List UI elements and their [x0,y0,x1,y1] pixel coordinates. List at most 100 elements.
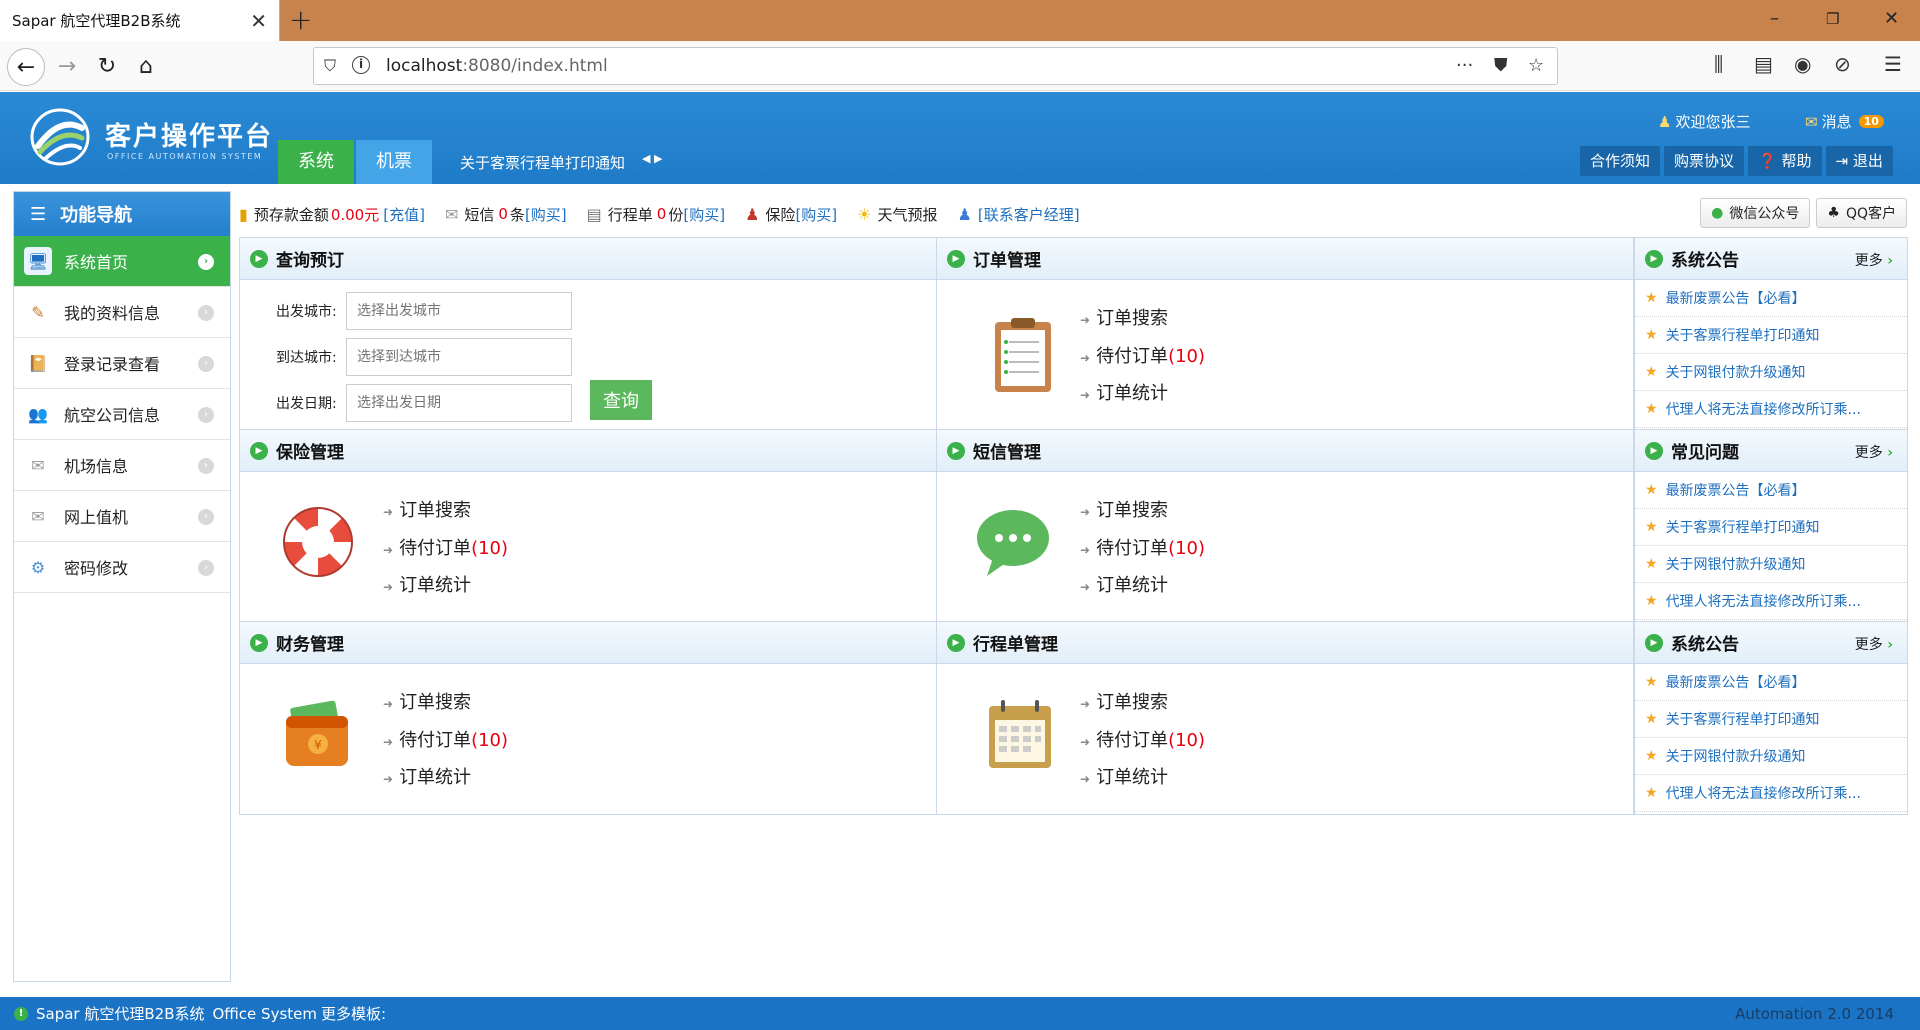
order-stats-link[interactable]: ➜ 订单统计 [1080,375,1205,413]
recharge-link[interactable]: [充值] [383,204,425,225]
itinerary-stats-link[interactable]: ➜ 订单统计 [1080,759,1205,797]
sidebar-item-airline[interactable]: 👥 航空公司信息 › [14,389,230,440]
news-item[interactable]: ★ 代理人将无法直接修改所订乘... [1635,775,1907,812]
tracking-shield-icon[interactable]: ⛉ [324,56,336,76]
nav-tab-system[interactable]: 系统 [278,140,354,184]
news-item[interactable]: ★ 代理人将无法直接修改所订乘... [1635,391,1907,428]
header-marquee[interactable]: 关于客票行程单打印通知 [460,152,625,173]
back-icon[interactable]: ← [7,48,45,86]
svg-text:¥: ¥ [314,738,322,752]
itinerary-pending-link[interactable]: ➜ 待付订单(10) [1080,722,1205,760]
itinerary-search-link[interactable]: ➜ 订单搜索 [1080,684,1205,722]
sidebar-toggle-icon[interactable]: ▤ [1754,52,1773,76]
more-link[interactable]: 更多 › [1855,634,1893,654]
wechat-icon: ● [1711,205,1724,221]
chevron-right-icon: › [198,509,214,525]
news-item[interactable]: ★ 关于客票行程单打印通知 [1635,701,1907,738]
person-icon: ♟ [745,204,760,224]
help-button[interactable]: ❓ 帮助 [1748,146,1822,176]
sidebar-item-airport[interactable]: ✉ 机场信息 › [14,440,230,491]
news-item[interactable]: ★ 关于客票行程单打印通知 [1635,317,1907,354]
news-item[interactable]: ★ 最新废票公告【必看】 [1635,472,1907,509]
order-pending-link[interactable]: ➜ 待付订单(10) [1080,338,1205,376]
insurance-stats-link[interactable]: ➜ 订单统计 [383,567,508,605]
finance-search-link[interactable]: ➜ 订单搜索 [383,684,508,722]
site-info-icon[interactable]: i [352,56,370,74]
sms-buy-link[interactable]: [购买] [525,204,567,225]
bookmark-star-icon[interactable]: ☆ [1528,55,1544,76]
more-link[interactable]: 更多 › [1855,250,1893,270]
cooperation-button[interactable]: 合作须知 [1580,146,1661,176]
insurance-buy-link[interactable]: [购买] [795,204,837,225]
library-icon[interactable]: ⫼ [1714,52,1723,76]
minimize-icon[interactable]: – [1770,8,1779,29]
pocket-icon[interactable]: ⛊ [1494,55,1508,76]
menu-icon[interactable]: ☰ [1884,52,1902,76]
sms-panel-header: ▶ 短信管理 [937,430,1633,472]
query-button[interactable]: 查询 [590,380,652,420]
qq-icon: ♣ [1827,205,1840,221]
logout-button[interactable]: ⇥ 退出 [1825,146,1893,176]
footer-more-templates[interactable]: 更多模板: [321,1003,386,1024]
marquee-arrows-icon[interactable]: ◀ ▶ [642,152,662,165]
sms-pending-link[interactable]: ➜ 待付订单(10) [1080,530,1205,568]
wallet-icon: ¥ [286,700,348,766]
sms-search-link[interactable]: ➜ 订单搜索 [1080,492,1205,530]
user-icon: ♟ [1658,112,1672,131]
star-icon: ★ [1645,290,1658,306]
qq-button[interactable]: ♣ QQ客户 [1816,198,1907,228]
itinerary-buy-link[interactable]: [购买] [683,204,725,225]
finance-pending-link[interactable]: ➜ 待付订单(10) [383,722,508,760]
order-search-link[interactable]: ➜ 订单搜索 [1080,300,1205,338]
browser-tab[interactable]: Sapar 航空代理B2B系统 ✕ [0,0,280,41]
home-icon[interactable]: ⌂ [131,51,161,81]
tab-close-icon[interactable]: ✕ [250,9,267,33]
sidebar-item-profile[interactable]: ✎ 我的资料信息 › [14,287,230,338]
extension-icon[interactable]: ⊘ [1834,52,1851,76]
url-text[interactable]: localhost:8080/index.html [386,56,608,76]
play-icon: ▶ [1645,633,1663,652]
restore-icon[interactable]: ❐ [1826,10,1839,28]
new-tab-button[interactable]: + [289,3,312,36]
logo-icon [30,108,90,166]
weather-info[interactable]: ☀ 天气预报 [857,204,937,225]
message-link[interactable]: ✉ 消息 10 [1805,111,1884,132]
insurance-pending-link[interactable]: ➜ 待付订单(10) [383,530,508,568]
news-item[interactable]: ★ 关于网银付款升级通知 [1635,738,1907,775]
finance-panel: ▶ 财务管理 ¥ ➜ 订单搜索 ➜ 待付订单(10) ➜ 订单统计 [239,621,937,815]
news-item[interactable]: ★ 最新废票公告【必看】 [1635,664,1907,701]
url-bar[interactable]: ⛉ i localhost:8080/index.html ··· ⛊ ☆ [313,47,1558,85]
forward-icon[interactable]: → [52,51,82,81]
news-item[interactable]: ★ 关于客票行程单打印通知 [1635,509,1907,546]
mail-icon: ✉ [31,455,45,475]
news-item[interactable]: ★ 代理人将无法直接修改所订乘... [1635,583,1907,620]
chevron-right-icon: › [198,407,214,423]
reload-icon[interactable]: ↻ [92,51,122,81]
sms-stats-link[interactable]: ➜ 订单统计 [1080,567,1205,605]
wechat-button[interactable]: ● 微信公众号 [1700,198,1811,228]
agreement-button[interactable]: 购票协议 [1664,146,1745,176]
main-nav: 系统 机票 [278,140,432,184]
tab-title: Sapar 航空代理B2B系统 [12,12,181,30]
news-item[interactable]: ★ 关于网银付款升级通知 [1635,354,1907,391]
to-city-input[interactable] [346,338,572,376]
news-item[interactable]: ★ 最新废票公告【必看】 [1635,280,1907,317]
more-link[interactable]: 更多 › [1855,442,1893,462]
window-close-icon[interactable]: ✕ [1884,8,1899,29]
users-icon: 👥 [28,404,48,424]
contact-manager-link[interactable]: [联系客户经理] [978,204,1080,225]
chevron-right-icon: › [198,560,214,576]
sidebar-item-checkin[interactable]: ✉ 网上值机 › [14,491,230,542]
nav-tab-ticket[interactable]: 机票 [356,140,432,184]
sidebar-item-home[interactable]: 🖥 系统首页 › [14,236,230,287]
news-item[interactable]: ★ 关于网银付款升级通知 [1635,546,1907,583]
page-actions-icon[interactable]: ··· [1456,55,1473,76]
from-city-input[interactable] [346,292,572,330]
sidebar-item-login-log[interactable]: 📔 登录记录查看 › [14,338,230,389]
sidebar-item-password[interactable]: ⚙ 密码修改 › [14,542,230,593]
finance-stats-link[interactable]: ➜ 订单统计 [383,759,508,797]
date-input[interactable] [346,384,572,422]
account-icon[interactable]: ◉ [1794,52,1811,76]
insurance-search-link[interactable]: ➜ 订单搜索 [383,492,508,530]
to-city-label: 到达城市: [276,350,337,366]
